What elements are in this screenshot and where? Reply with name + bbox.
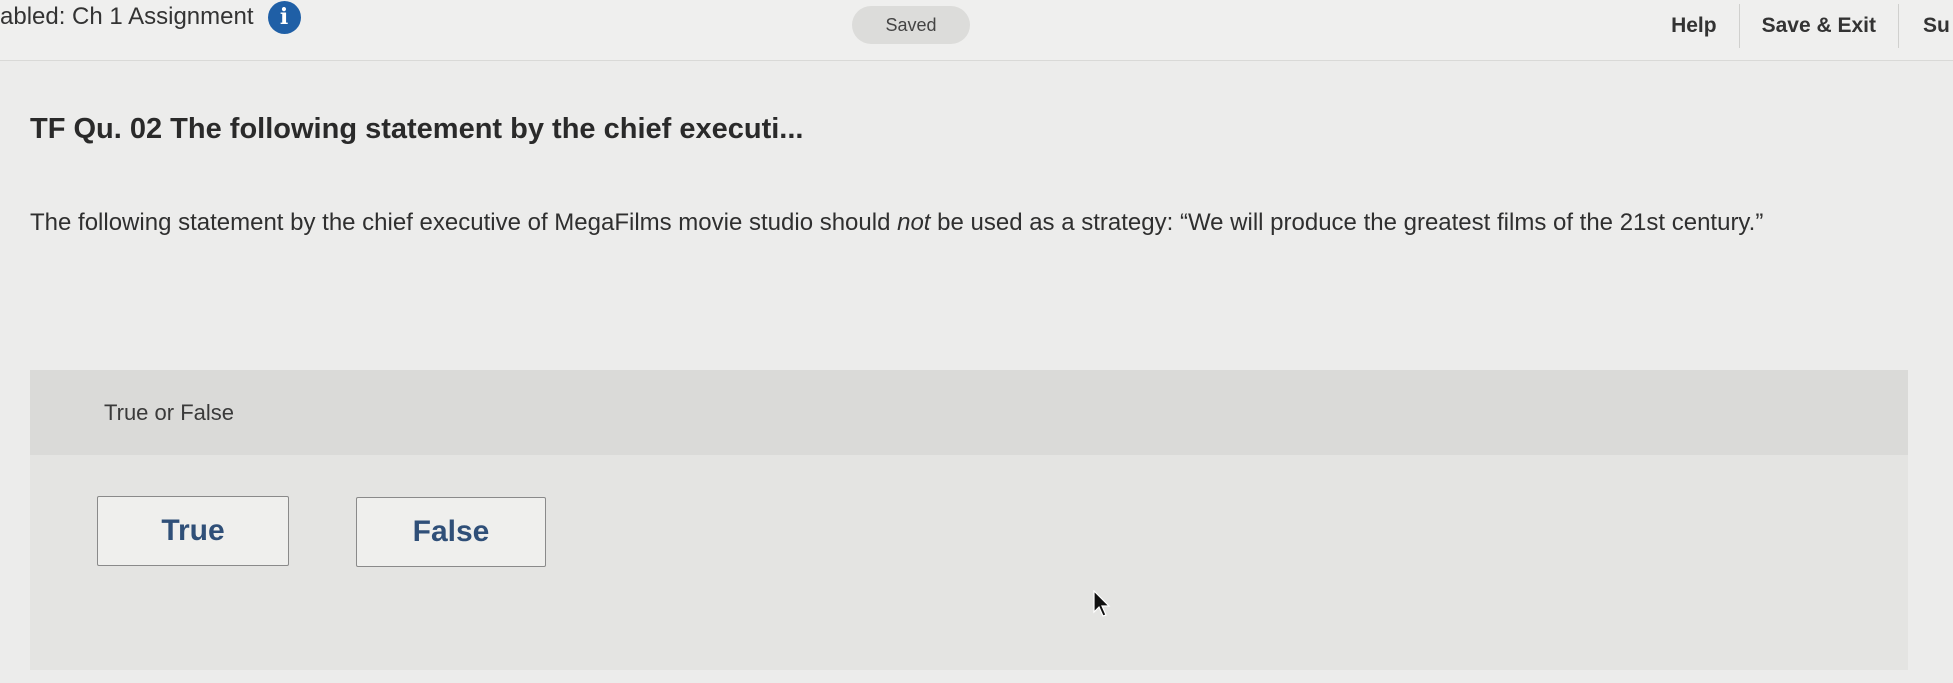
question-text-before: The following statement by the chief exe… — [30, 209, 898, 236]
info-circle-icon[interactable]: i — [267, 0, 301, 34]
true-button[interactable]: True — [97, 496, 289, 566]
answer-prompt: True or False — [104, 399, 235, 425]
answer-panel: True or False True False — [30, 370, 1908, 670]
help-button[interactable]: Help — [1649, 4, 1739, 48]
false-button[interactable]: False — [356, 497, 546, 567]
saved-status-badge: Saved — [852, 6, 970, 44]
answer-header: True or False — [30, 370, 1908, 455]
question-title: TF Qu. 02 The following statement by the… — [30, 113, 804, 145]
header-nav: Help Save & Exit Su — [1649, 0, 1953, 52]
question-text: The following statement by the chief exe… — [30, 206, 1910, 239]
question-text-emphasis: not — [897, 209, 931, 236]
mouse-cursor-icon — [1093, 590, 1111, 617]
assignment-title-text: abled: Ch 1 Assignment — [0, 3, 254, 30]
save-exit-button[interactable]: Save & Exit — [1740, 4, 1898, 48]
question-text-after: be used as a strategy: “We will produce … — [930, 209, 1764, 236]
assignment-title: abled: Ch 1 Assignment i — [0, 0, 301, 34]
submit-button[interactable]: Su — [1899, 4, 1953, 48]
top-header: abled: Ch 1 Assignment i Saved Help Save… — [0, 0, 1953, 61]
